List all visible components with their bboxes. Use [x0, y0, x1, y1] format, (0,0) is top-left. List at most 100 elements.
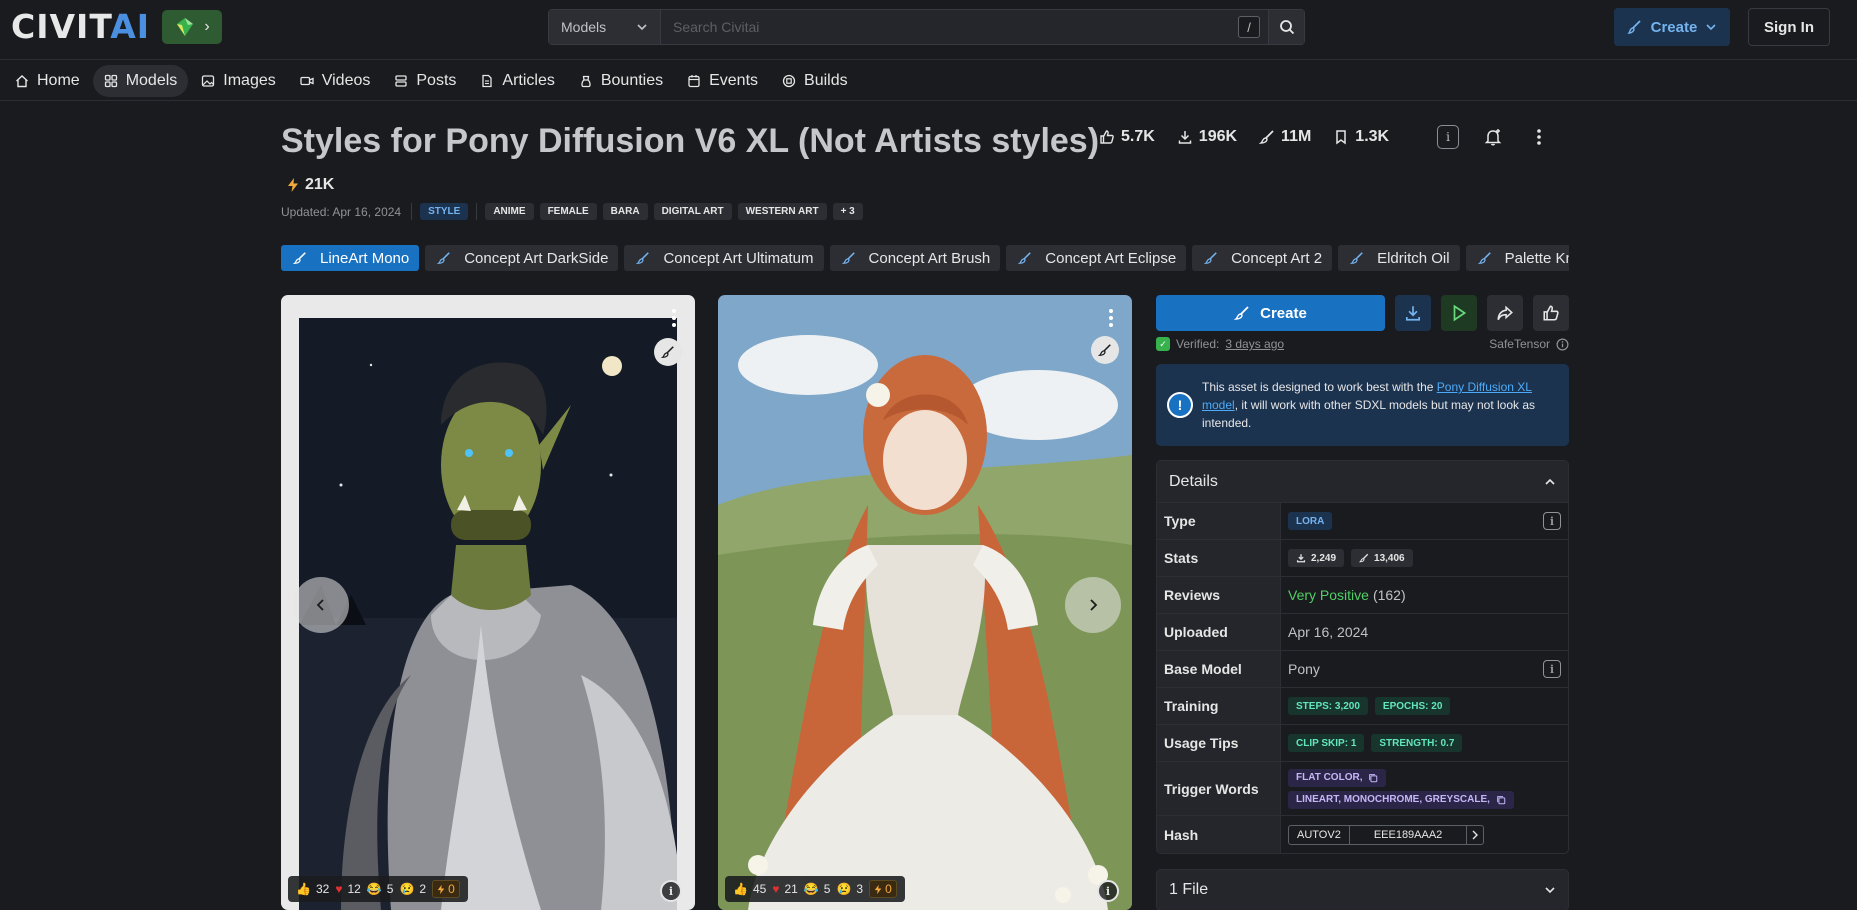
version-tab[interactable]: Eldritch Oil	[1338, 245, 1460, 271]
brand-gem-icon	[177, 18, 194, 36]
row-label: Reviews	[1157, 577, 1281, 613]
uploaded-date: Apr 16, 2024	[1288, 624, 1369, 640]
nav-label: Articles	[502, 71, 555, 89]
run-button[interactable]	[1441, 295, 1477, 331]
cry-reaction[interactable]: 😢 3	[836, 882, 863, 896]
like-button[interactable]	[1533, 295, 1569, 331]
nav-bounties[interactable]: Bounties	[568, 65, 674, 97]
type-tag[interactable]: STYLE	[420, 203, 469, 220]
image-menu-button[interactable]	[1101, 306, 1121, 330]
sign-in-button[interactable]: Sign In	[1748, 8, 1830, 46]
image-info-button[interactable]: i	[660, 880, 682, 902]
brush-icon	[1477, 252, 1491, 264]
heart-reaction[interactable]: ♥ 21	[772, 882, 797, 896]
divider	[476, 203, 478, 220]
more-options-button[interactable]	[1527, 125, 1551, 149]
download-icon	[1405, 306, 1421, 321]
verified-date-link[interactable]: 3 days ago	[1225, 337, 1284, 351]
tag-western-art[interactable]: WESTERN ART	[737, 203, 827, 220]
civitai-logo[interactable]: CIVITAI	[11, 10, 150, 44]
article-icon	[482, 74, 493, 87]
brush-icon	[636, 252, 650, 264]
remix-button[interactable]	[654, 338, 682, 366]
chevron-down-icon	[637, 24, 647, 31]
image-info-button[interactable]: i	[1097, 880, 1119, 902]
details-header[interactable]: Details	[1157, 461, 1568, 503]
create-button[interactable]: Create	[1156, 295, 1385, 331]
tag-digital-art[interactable]: DIGITAL ART	[653, 203, 732, 220]
nav-articles[interactable]: Articles	[469, 65, 565, 97]
carousel-next-button[interactable]	[1065, 577, 1121, 633]
download-button[interactable]	[1395, 295, 1431, 331]
nav-home[interactable]: Home	[4, 65, 91, 97]
nav-events[interactable]: Events	[676, 65, 769, 97]
version-tab[interactable]: Palette Knife	[1465, 245, 1569, 271]
search-shortcut-key: /	[1238, 16, 1260, 38]
thumbs-up-icon	[1543, 305, 1559, 321]
image-icon	[202, 74, 215, 87]
trigger-word-badge[interactable]: FLAT COLOR,	[1288, 768, 1387, 787]
hash-selector[interactable]: AUTOV2 EEE189AAA2	[1288, 824, 1485, 845]
review-rating-link[interactable]: Very Positive	[1288, 587, 1369, 603]
nav-posts[interactable]: Posts	[383, 65, 467, 97]
version-tab[interactable]: LineArt Mono	[281, 245, 420, 271]
cry-reaction[interactable]: 😢 2	[399, 882, 426, 896]
info-button[interactable]: i	[1437, 125, 1459, 149]
brush-icon	[1259, 130, 1274, 144]
nav-images[interactable]: Images	[190, 65, 286, 97]
nav-videos[interactable]: Videos	[289, 65, 382, 97]
verification-row: ✓ Verified: 3 days ago SafeTensor	[1156, 337, 1569, 351]
reaction-count: 5	[823, 882, 831, 896]
row-label: Trigger Words	[1157, 762, 1281, 815]
generations-badge: 13,406	[1351, 549, 1413, 567]
version-tab[interactable]: Concept Art DarkSide	[425, 245, 619, 271]
search-button[interactable]	[1268, 10, 1304, 44]
main-nav: Home Models Images Videos Posts Articles…	[0, 61, 1857, 101]
details-row-trigger-words: Trigger Words FLAT COLOR, LINEART, MONOC…	[1157, 762, 1568, 816]
next-hash-button[interactable]	[1467, 826, 1483, 844]
like-reaction[interactable]: 👍 32	[296, 882, 329, 896]
gallery-image-card[interactable]: 👍 45 ♥ 21 😂 5 😢 3 0 i	[718, 295, 1132, 910]
share-button[interactable]	[1487, 295, 1523, 331]
version-tab[interactable]: Concept Art Brush	[829, 245, 1001, 271]
files-panel-header[interactable]: 1 File	[1156, 869, 1569, 910]
laugh-reaction[interactable]: 😂 5	[804, 882, 831, 896]
bookmark-icon	[1336, 130, 1347, 145]
laugh-reaction[interactable]: 😂 5	[367, 882, 394, 896]
thumbs-up-icon	[1100, 130, 1114, 144]
info-circle-icon[interactable]	[1556, 338, 1569, 351]
buzz-reaction[interactable]: 0	[432, 880, 460, 898]
downloads-count: 196K	[1198, 128, 1238, 145]
version-tab[interactable]: Concept Art Ultimatum	[624, 245, 824, 271]
image-menu-button[interactable]	[664, 306, 684, 330]
notify-button[interactable]	[1481, 125, 1505, 149]
nav-label: Home	[37, 71, 80, 89]
version-tab[interactable]: Concept Art 2	[1192, 245, 1333, 271]
buzz-reaction[interactable]: 0	[869, 880, 897, 898]
tag-bara[interactable]: BARA	[602, 203, 648, 220]
heart-reaction[interactable]: ♥ 12	[335, 882, 360, 896]
trigger-word-text: FLAT COLOR,	[1296, 772, 1363, 783]
carousel-prev-button[interactable]	[293, 577, 349, 633]
info-icon[interactable]: i	[1543, 660, 1561, 678]
hash-value[interactable]: EEE189AAA2	[1350, 825, 1468, 844]
gallery-image-card[interactable]: 👍 32 ♥ 12 😂 5 😢 2 0 i	[281, 295, 695, 910]
search-input[interactable]	[661, 10, 1238, 44]
trigger-word-badge[interactable]: LINEART, MONOCHROME, GREYSCALE,	[1288, 790, 1514, 809]
search-type-select[interactable]: Models	[549, 10, 661, 44]
remix-button[interactable]	[1091, 336, 1119, 364]
info-icon[interactable]: i	[1543, 512, 1561, 530]
likes-count: 5.7K	[1121, 128, 1155, 145]
reaction-count: 21	[784, 882, 798, 896]
more-tags-button[interactable]: + 3	[832, 203, 863, 220]
create-menu-button[interactable]: Create	[1614, 8, 1730, 46]
like-reaction[interactable]: 👍 45	[733, 882, 766, 896]
version-tab[interactable]: Concept Art Eclipse	[1006, 245, 1187, 271]
nav-builds[interactable]: Builds	[771, 65, 859, 97]
tag-female[interactable]: FEMALE	[539, 203, 597, 220]
nav-models[interactable]: Models	[92, 64, 189, 97]
tag-anime[interactable]: ANIME	[485, 203, 534, 220]
brand-menu-button[interactable]: ›	[162, 10, 222, 44]
hash-type: AUTOV2	[1289, 825, 1350, 844]
posts-icon	[395, 74, 408, 87]
